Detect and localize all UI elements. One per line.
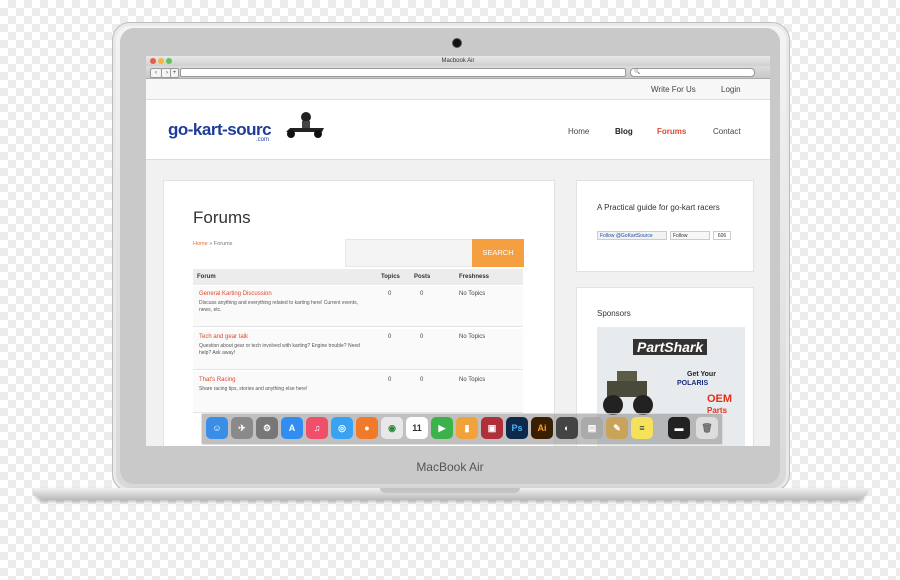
- window-title: Macbook Air: [441, 58, 475, 64]
- go-kart-logo-icon: [286, 112, 324, 138]
- forum-title-link[interactable]: That's Racing: [199, 377, 236, 383]
- breadcrumb-home-link[interactable]: Home: [193, 241, 208, 247]
- device-brand-label: MacBook Air: [416, 460, 484, 474]
- ad-oem: OEM: [707, 393, 733, 405]
- scripts-icon[interactable]: ✎: [606, 417, 628, 439]
- app-store-icon[interactable]: A: [281, 417, 303, 439]
- browser-toolbar: ‹ › + 🔍: [146, 66, 770, 79]
- logo-domain: .com: [256, 137, 270, 143]
- forum-description: Question about gear or tech involved wit…: [199, 343, 360, 356]
- search-button[interactable]: SEARCH: [472, 239, 524, 267]
- firefox-icon[interactable]: ●: [356, 417, 378, 439]
- page-title: Forums: [193, 208, 251, 227]
- laptop-notch: [380, 488, 520, 493]
- zoom-window-icon[interactable]: [166, 58, 172, 64]
- safari-icon[interactable]: ◎: [331, 417, 353, 439]
- forum-topics: 0: [388, 334, 392, 340]
- about-widget: A Practical guide for go-kart racers Fol…: [576, 180, 754, 272]
- gplus-count: 606: [713, 231, 731, 240]
- forums-panel: Forums Home » Forums SEARCH Forum Topics…: [163, 180, 555, 446]
- iphoto-icon[interactable]: ◐: [556, 417, 578, 439]
- chrome-icon[interactable]: ◉: [381, 417, 403, 439]
- preview-icon[interactable]: ▤: [581, 417, 603, 439]
- ad-brand: POLARIS: [677, 380, 709, 387]
- photo-booth-icon[interactable]: ▣: [481, 417, 503, 439]
- forum-freshness: No Topics: [459, 377, 486, 383]
- browser-search-field[interactable]: 🔍: [630, 68, 755, 77]
- col-posts: Posts: [414, 274, 431, 280]
- forum-description: Share racing tips, stories and anything …: [199, 386, 308, 392]
- col-freshness: Freshness: [459, 274, 490, 280]
- forum-posts: 0: [420, 334, 424, 340]
- calendar-icon[interactable]: 11: [406, 417, 428, 439]
- gplus-follow-button[interactable]: Follow: [670, 231, 710, 240]
- ibooks-icon[interactable]: ▮: [456, 417, 478, 439]
- top-bar: Write For Us Login: [146, 79, 770, 100]
- about-text: A Practical guide for go-kart racers: [597, 203, 720, 212]
- forum-posts: 0: [420, 291, 424, 297]
- forum-title-link[interactable]: Tech and gear talk: [199, 334, 248, 340]
- forum-title-link[interactable]: General Karting Discussion: [199, 291, 272, 297]
- breadcrumb: Home » Forums: [193, 241, 232, 247]
- nav-forums[interactable]: Forums: [657, 127, 686, 136]
- nav-contact[interactable]: Contact: [713, 127, 741, 136]
- ad-get-your: Get Your: [687, 371, 716, 378]
- nav-home[interactable]: Home: [568, 127, 589, 136]
- site-header: go-kart-sourc .com Home Blog Forums Cont…: [146, 100, 770, 160]
- close-window-icon[interactable]: [150, 58, 156, 64]
- forum-topics: 0: [388, 377, 392, 383]
- forum-freshness: No Topics: [459, 291, 486, 297]
- facetime-icon[interactable]: ▶: [431, 417, 453, 439]
- minimize-window-icon[interactable]: [158, 58, 164, 64]
- launchpad-icon[interactable]: ✈: [231, 417, 253, 439]
- sponsors-title: Sponsors: [597, 309, 631, 318]
- window-titlebar: Macbook Air: [146, 56, 770, 66]
- forum-row: General Karting Discussion Discuss anyth…: [193, 286, 523, 327]
- finder-icon[interactable]: ☺: [206, 417, 228, 439]
- illustrator-icon[interactable]: Ai: [531, 417, 553, 439]
- screen: Macbook Air ‹ › + 🔍 Write For Us Login g…: [146, 56, 770, 446]
- breadcrumb-current: Forums: [213, 241, 233, 247]
- ad-logo: PartShark: [633, 339, 708, 355]
- address-bar[interactable]: [180, 68, 626, 77]
- camera-icon: [452, 38, 462, 48]
- col-topics: Topics: [381, 274, 400, 280]
- forum-posts: 0: [420, 377, 424, 383]
- twitter-follow-button[interactable]: Follow @GoKartSource: [597, 231, 667, 240]
- website: Write For Us Login go-kart-sourc .com Ho…: [146, 79, 770, 446]
- write-for-us-link[interactable]: Write For Us: [651, 85, 696, 94]
- dock: ☺ ✈ ⚙ A ♫ ◎ ● ◉ 11 ▶ ▮ ▣ Ps Ai ◐ ▤ ✎ ≡ ▬…: [201, 413, 723, 445]
- notes-icon[interactable]: ≡: [631, 417, 653, 439]
- new-tab-icon[interactable]: +: [170, 68, 179, 78]
- forum-description: Discuss anything and everything related …: [199, 300, 358, 313]
- forum-table-header: Forum Topics Posts Freshness: [193, 269, 523, 285]
- system-preferences-icon[interactable]: ⚙: [256, 417, 278, 439]
- itunes-icon[interactable]: ♫: [306, 417, 328, 439]
- nav-blog[interactable]: Blog: [615, 127, 633, 136]
- photoshop-icon[interactable]: Ps: [506, 417, 528, 439]
- forum-row: Tech and gear talk Question about gear o…: [193, 329, 523, 370]
- trash-icon[interactable]: 🗑: [696, 417, 718, 439]
- col-forum: Forum: [197, 274, 216, 280]
- terminal-icon[interactable]: ▬: [668, 417, 690, 439]
- forum-search-input[interactable]: [345, 239, 473, 267]
- login-link[interactable]: Login: [721, 85, 741, 94]
- forum-freshness: No Topics: [459, 334, 486, 340]
- forum-topics: 0: [388, 291, 392, 297]
- forum-row: That's Racing Share racing tips, stories…: [193, 372, 523, 413]
